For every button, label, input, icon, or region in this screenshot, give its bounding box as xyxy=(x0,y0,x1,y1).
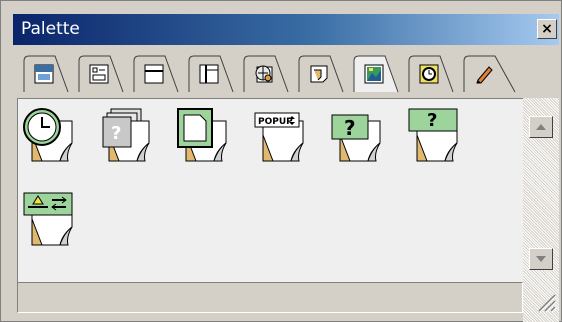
placeholder-object-icon: ? xyxy=(102,108,150,162)
title-bar[interactable]: Palette × xyxy=(13,14,559,45)
arrow-up-icon xyxy=(536,124,546,130)
header-frame-icon xyxy=(144,64,164,84)
sidebar-frame-icon xyxy=(199,64,219,84)
popup-object[interactable]: POPUP xyxy=(251,105,311,163)
status-bar xyxy=(17,282,523,313)
media-clock-icon xyxy=(419,64,439,84)
arrow-down-icon xyxy=(536,256,546,262)
palette-window: Palette × ? POPUP ? ? xyxy=(0,0,562,322)
close-icon: × xyxy=(541,21,553,37)
clock-object[interactable] xyxy=(20,105,80,163)
clock-object-icon xyxy=(23,108,73,162)
tab-pencil[interactable] xyxy=(463,55,516,93)
help-tag-label: ? xyxy=(427,110,437,131)
help-tag-object-icon: ? xyxy=(408,108,458,162)
help-label: ? xyxy=(344,116,356,140)
scroll-down-button[interactable] xyxy=(529,248,553,270)
palette-content: ? POPUP ? ? xyxy=(17,98,524,283)
close-button[interactable]: × xyxy=(537,19,557,39)
palette-tab-strip xyxy=(13,51,559,97)
tab-image[interactable] xyxy=(353,55,399,93)
scroll-up-button[interactable] xyxy=(529,116,553,138)
page-tag-icon xyxy=(310,65,328,83)
warning-action-object-icon xyxy=(23,192,73,246)
pencil-icon xyxy=(476,66,493,84)
tab-page-tag[interactable] xyxy=(298,55,344,93)
tab-media[interactable] xyxy=(408,55,454,93)
image-icon xyxy=(364,64,384,84)
help-object-icon: ? xyxy=(331,114,381,162)
tab-sidebar-frame[interactable] xyxy=(188,55,234,93)
help-tag-object[interactable]: ? xyxy=(405,105,465,163)
help-object[interactable]: ? xyxy=(328,105,388,163)
popup-object-icon: POPUP xyxy=(254,112,304,162)
popup-label: POPUP xyxy=(258,117,293,127)
tab-globe[interactable] xyxy=(243,55,289,93)
globe-icon xyxy=(255,65,273,83)
warning-action-object[interactable] xyxy=(20,189,80,247)
tab-header-frame[interactable] xyxy=(133,55,179,93)
document-object[interactable] xyxy=(174,105,234,163)
placeholder-object[interactable]: ? xyxy=(97,105,157,163)
tab-form-field[interactable] xyxy=(78,55,124,93)
document-object-icon xyxy=(177,108,227,162)
svg-text:?: ? xyxy=(111,123,121,144)
browser-layout-icon xyxy=(34,64,54,84)
tab-browser-layout[interactable] xyxy=(23,55,69,93)
resize-grip-icon[interactable] xyxy=(533,289,557,313)
window-title: Palette xyxy=(21,19,80,39)
form-field-icon xyxy=(89,64,109,84)
